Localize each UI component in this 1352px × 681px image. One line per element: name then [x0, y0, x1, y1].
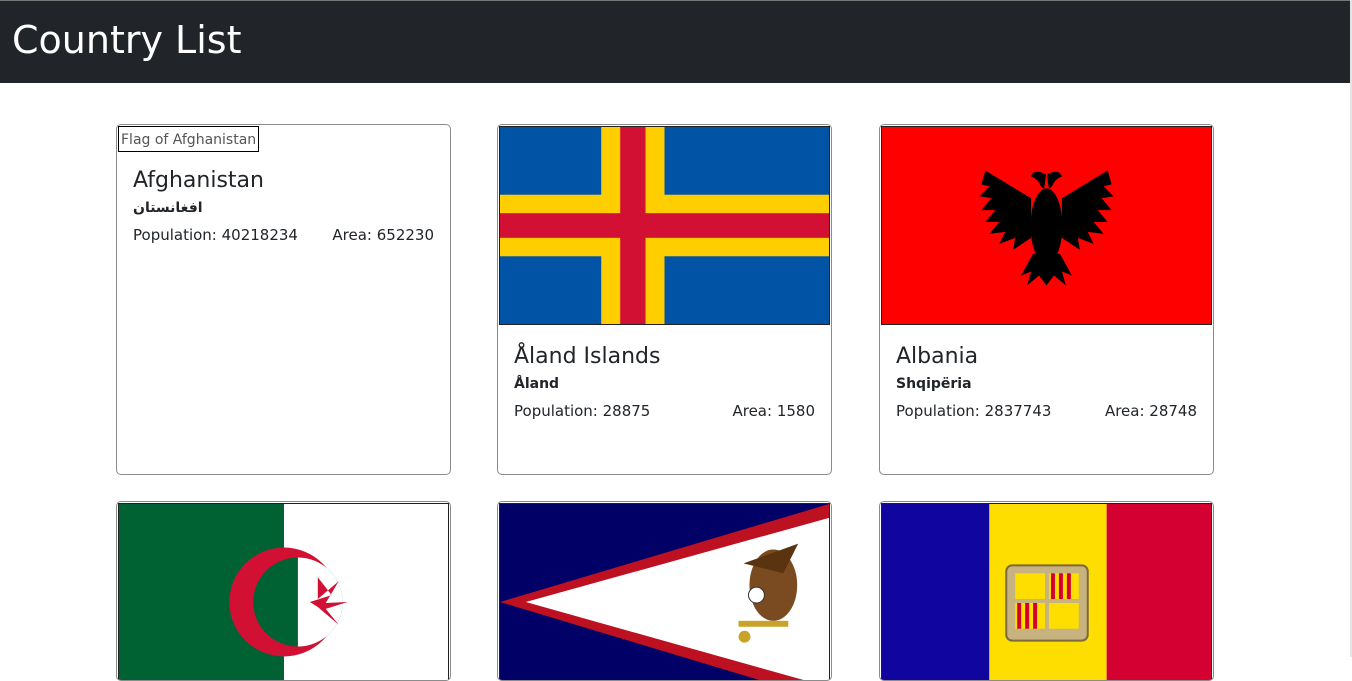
country-native-name: افغانستان [133, 200, 203, 216]
country-name: Åland Islands [514, 344, 661, 369]
area-text: Area: 652230 [332, 226, 434, 244]
country-card[interactable]: Flag of Afghanistan Afghanistan افغانستا… [116, 124, 451, 475]
country-card[interactable]: Åland Islands Åland Population: 28875 Ar… [497, 124, 832, 475]
country-card[interactable] [497, 501, 832, 681]
broken-image-icon: Flag of Afghanistan [118, 126, 260, 152]
country-native-name: Åland [514, 376, 560, 392]
area-text: Area: 28748 [1104, 402, 1197, 420]
area-text: Area: 1580 [732, 402, 815, 420]
albania-flag-icon [881, 126, 1212, 325]
country-card[interactable] [879, 501, 1214, 681]
aland-flag-icon [499, 126, 830, 325]
page-title: Country List [12, 18, 242, 62]
country-card[interactable] [116, 501, 451, 681]
country-card[interactable]: Albania Shqipëria Population: 2837743 Ar… [879, 124, 1214, 475]
andorra-flag-icon [881, 503, 1212, 680]
country-native-name: Shqipëria [896, 376, 972, 392]
country-name: Albania [896, 344, 979, 369]
population-text: Population: 2837743 [896, 402, 1052, 420]
population-text: Population: 28875 [514, 402, 651, 420]
american-samoa-flag-icon [499, 503, 830, 680]
country-name: Afghanistan [133, 168, 264, 193]
population-text: Population: 40218234 [133, 226, 298, 244]
navbar: Country List [0, 0, 1350, 83]
algeria-flag-icon [118, 503, 449, 680]
